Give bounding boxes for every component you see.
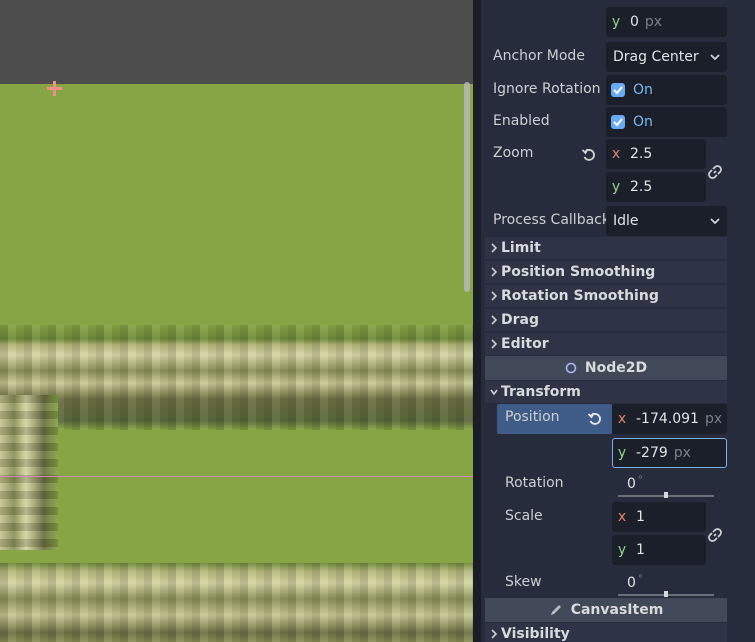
offset-y-field[interactable]: y 0 px	[606, 7, 727, 37]
offset-y-value: 0	[630, 14, 639, 30]
process-callback-value: Idle	[613, 213, 639, 229]
scale-y-field[interactable]: y 1	[612, 535, 706, 565]
skew-label: Skew	[505, 574, 542, 590]
anchor-mode-label: Anchor Mode	[493, 48, 585, 64]
zoom-label: Zoom	[493, 145, 534, 161]
section-visibility-title: Visibility	[501, 626, 570, 642]
axis-x-label: x	[617, 411, 627, 427]
section-visibility[interactable]: Visibility	[485, 623, 727, 642]
position-x-value: -174.091	[636, 411, 699, 427]
enabled-value: On	[633, 114, 653, 130]
canvasitem-class-header[interactable]: CanvasItem	[485, 598, 727, 622]
chevron-right-icon	[491, 315, 498, 325]
guide-line	[0, 476, 473, 477]
scale-y-value: 1	[636, 542, 645, 558]
ignore-rotation-checkbox[interactable]: On	[606, 75, 727, 105]
section-drag[interactable]: Drag	[485, 309, 727, 331]
chevron-right-icon	[491, 243, 498, 253]
section-position-smoothing-title: Position Smoothing	[501, 264, 656, 280]
chevron-right-icon	[491, 291, 498, 301]
axis-y-label: y	[617, 445, 627, 461]
node2d-class-header[interactable]: Node2D	[485, 356, 727, 380]
section-limit-title: Limit	[501, 240, 541, 256]
inspector-scrollbar[interactable]	[731, 0, 737, 642]
origin-crosshair-icon	[46, 80, 63, 97]
position-x-field[interactable]: x -174.091 px	[612, 404, 727, 434]
position-y-value: -279	[636, 445, 668, 461]
position-y-unit: px	[673, 445, 691, 461]
tilemap-rock-wall-top	[0, 325, 473, 430]
section-drag-title: Drag	[501, 312, 539, 328]
position-y-field[interactable]: y -279 px	[612, 438, 727, 468]
chevron-right-icon	[491, 629, 498, 639]
process-callback-label: Process Callback	[493, 212, 610, 228]
anchor-mode-value: Drag Center	[613, 49, 699, 65]
rotation-value: 0	[627, 476, 636, 492]
rotation-label: Rotation	[505, 475, 564, 491]
rotation-slider[interactable]: 0 °	[612, 474, 727, 498]
section-limit[interactable]: Limit	[485, 237, 727, 259]
node2d-circle-icon	[565, 362, 577, 374]
rotation-unit: °	[637, 474, 643, 486]
offset-y-unit: px	[644, 14, 663, 30]
ignore-rotation-value: On	[633, 82, 653, 98]
chevron-down-icon	[490, 389, 498, 396]
section-rotation-smoothing-title: Rotation Smoothing	[501, 288, 659, 304]
checkbox-checked-icon	[611, 83, 625, 97]
canvas-viewport[interactable]	[0, 0, 473, 642]
section-editor-title: Editor	[501, 336, 549, 352]
zoom-x-value: 2.5	[630, 146, 653, 162]
skew-slider[interactable]: 0 °	[612, 573, 727, 597]
tilemap-rock-wall-left	[0, 395, 58, 550]
link-icon[interactable]	[707, 527, 723, 543]
enabled-checkbox[interactable]: On	[606, 107, 727, 137]
skew-unit: °	[637, 573, 643, 585]
checkbox-checked-icon	[611, 115, 625, 129]
section-position-smoothing[interactable]: Position Smoothing	[485, 261, 727, 283]
viewport-scrollbar[interactable]	[464, 82, 470, 292]
section-transform-title: Transform	[501, 384, 581, 400]
anchor-mode-select[interactable]: Drag Center	[606, 42, 727, 72]
viewport-outside-area	[0, 0, 473, 84]
chevron-down-icon	[710, 218, 720, 225]
tilemap-rock-wall-bottom	[0, 563, 473, 642]
link-icon[interactable]	[707, 164, 723, 180]
axis-y-label: y	[617, 542, 627, 558]
axis-x-label: x	[611, 146, 621, 162]
zoom-y-field[interactable]: y 2.5	[606, 172, 706, 202]
skew-slider-knob[interactable]	[664, 591, 668, 597]
revert-icon[interactable]	[581, 147, 597, 163]
ignore-rotation-label: Ignore Rotation	[493, 81, 601, 97]
axis-x-label: x	[617, 509, 627, 525]
chevron-right-icon	[491, 339, 498, 349]
section-rotation-smoothing[interactable]: Rotation Smoothing	[485, 285, 727, 307]
scale-x-field[interactable]: x 1	[612, 502, 706, 532]
inspector-panel: y 0 px Anchor Mode Drag Center Ignore Rot…	[481, 0, 755, 642]
position-label: Position	[505, 409, 560, 425]
scale-x-value: 1	[636, 509, 645, 525]
enabled-label: Enabled	[493, 113, 550, 129]
chevron-down-icon	[710, 54, 720, 61]
zoom-y-value: 2.5	[630, 179, 653, 195]
position-x-unit: px	[704, 411, 723, 427]
chevron-right-icon	[491, 267, 498, 277]
scale-label: Scale	[505, 508, 543, 524]
node2d-header-title: Node2D	[584, 360, 648, 376]
axis-y-label: y	[611, 179, 621, 195]
panel-splitter[interactable]	[473, 0, 481, 642]
revert-icon[interactable]	[587, 411, 603, 427]
section-transform[interactable]: Transform	[485, 381, 727, 403]
pencil-icon	[550, 605, 561, 615]
canvasitem-header-title: CanvasItem	[570, 602, 664, 618]
process-callback-select[interactable]: Idle	[606, 206, 727, 236]
section-editor[interactable]: Editor	[485, 333, 727, 355]
rotation-slider-knob[interactable]	[664, 492, 668, 498]
zoom-x-field[interactable]: x 2.5	[606, 139, 706, 169]
skew-value: 0	[627, 575, 636, 591]
axis-y-label: y	[611, 14, 621, 30]
